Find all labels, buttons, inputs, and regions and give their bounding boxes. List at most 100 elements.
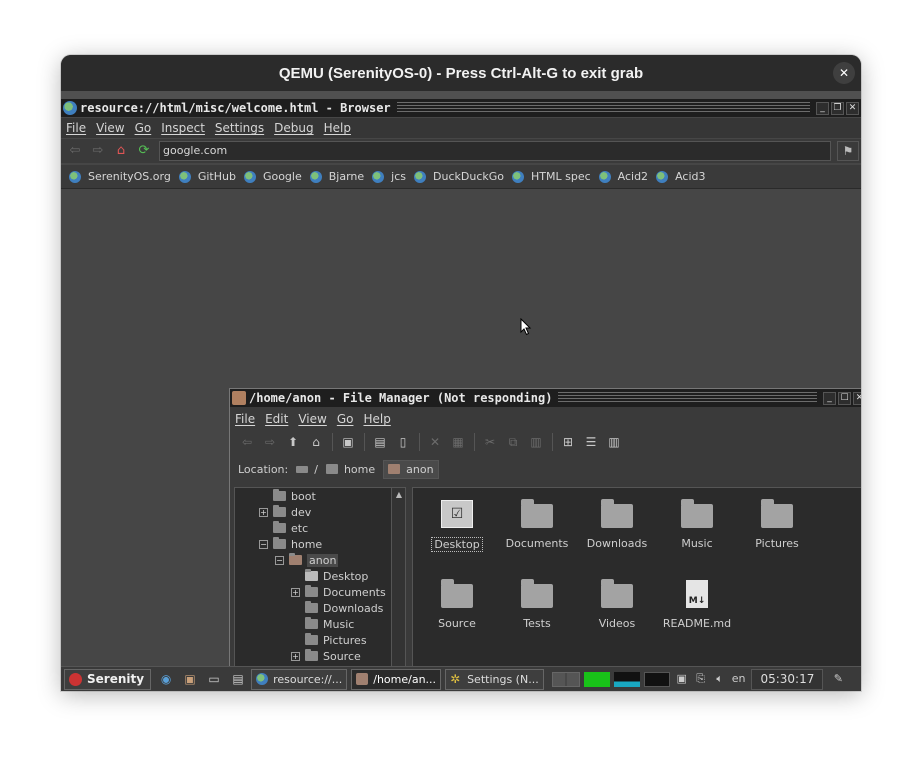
close-button[interactable]: ✕ [853, 391, 861, 405]
cut-icon[interactable]: ✂ [481, 433, 499, 451]
task-button-settings[interactable]: ✲ Settings (N... [445, 668, 544, 690]
breadcrumb-home[interactable]: home [325, 463, 375, 476]
notes-icon[interactable]: ✎ [831, 672, 845, 686]
tree-item-pictures[interactable]: Pictures [305, 632, 367, 648]
file-manager-titlebar[interactable]: /home/anon - File Manager (Not respondin… [230, 389, 861, 407]
browser-titlebar[interactable]: resource://html/misc/welcome.html - Brow… [61, 99, 861, 117]
bookmark-item[interactable]: HTML spec [512, 170, 591, 183]
tree-item-home[interactable]: − home [259, 536, 322, 552]
task-button-browser[interactable]: resource://... [251, 668, 348, 690]
bookmark-item[interactable]: Acid3 [656, 170, 705, 183]
file-manager-launch-icon[interactable]: ▣ [181, 670, 199, 688]
directory-icon-view[interactable]: ☑ Desktop Documents Downloads Music Pict… [412, 487, 861, 669]
volume-icon[interactable]: 🔈︎ [713, 672, 727, 686]
menu-view[interactable]: View [91, 121, 129, 135]
menu-go[interactable]: Go [332, 412, 359, 426]
maximize-button[interactable]: ❐ [831, 101, 844, 115]
home-icon[interactable]: ⌂ [112, 142, 130, 160]
workspace-picker[interactable] [551, 671, 580, 687]
collapse-icon[interactable]: − [259, 539, 268, 549]
bookmark-item[interactable]: jcs [372, 170, 406, 183]
text-editor-launch-icon[interactable]: ▤ [229, 670, 247, 688]
tree-item-dev[interactable]: + dev [259, 504, 311, 520]
tree-scrollbar[interactable]: ▲ [391, 488, 405, 668]
menu-file[interactable]: File [230, 412, 260, 426]
expand-icon[interactable]: + [259, 507, 268, 517]
tree-item-source[interactable]: + Source [291, 648, 361, 664]
clipboard-icon[interactable]: ⎘ [694, 672, 708, 686]
menu-debug[interactable]: Debug [269, 121, 318, 135]
collapse-icon[interactable]: − [275, 555, 284, 565]
breadcrumb-anon[interactable]: anon [383, 459, 439, 479]
tree-item-etc[interactable]: etc [273, 520, 308, 536]
file-item-readme[interactable]: M↓ README.md [657, 576, 737, 630]
tree-item-boot[interactable]: boot [273, 488, 316, 504]
start-button[interactable]: Serenity [64, 668, 152, 690]
expand-icon[interactable]: + [291, 651, 300, 661]
table-view-icon[interactable]: ☰ [582, 433, 600, 451]
file-item-documents[interactable]: Documents [497, 496, 577, 550]
new-file-icon[interactable]: ▯ [394, 433, 412, 451]
bookmark-item[interactable]: Google [243, 170, 302, 183]
home-icon[interactable]: ⌂ [307, 433, 325, 451]
location-label: Location: [238, 462, 289, 476]
file-item-desktop[interactable]: ☑ Desktop [417, 496, 497, 552]
new-folder-icon[interactable]: ▤ [371, 433, 389, 451]
reload-icon[interactable]: ⟳ [135, 142, 153, 160]
bookmark-item[interactable]: Acid2 [598, 170, 648, 183]
breadcrumb-root[interactable]: / [296, 463, 318, 476]
tree-item-music[interactable]: Music [305, 616, 354, 632]
file-item-source[interactable]: Source [417, 576, 497, 630]
terminal-launch-icon[interactable]: ▭ [205, 670, 223, 688]
clock[interactable]: 05:30:17 [751, 668, 824, 690]
maximize-button[interactable]: ☐ [838, 391, 851, 405]
tree-item-downloads[interactable]: Downloads [305, 600, 383, 616]
copy-icon[interactable]: ⧉ [504, 433, 522, 451]
menu-view[interactable]: View [293, 412, 331, 426]
qemu-close-button[interactable]: ✕ [833, 62, 855, 84]
forward-arrow-icon[interactable]: ⇨ [89, 142, 107, 160]
delete-icon[interactable]: ✕ [426, 433, 444, 451]
bookmark-item[interactable]: GitHub [178, 170, 236, 183]
expand-icon[interactable]: + [291, 587, 300, 597]
menu-go[interactable]: Go [130, 121, 157, 135]
menu-inspect[interactable]: Inspect [156, 121, 210, 135]
tree-item-documents[interactable]: + Documents [291, 584, 386, 600]
bookmark-item[interactable]: SerenityOS.org [69, 170, 171, 183]
task-button-file-manager[interactable]: /home/an... [351, 668, 442, 690]
menu-file[interactable]: File [61, 121, 91, 135]
keyboard-layout-label[interactable]: en [732, 672, 746, 686]
menu-help[interactable]: Help [319, 121, 356, 135]
bookmark-item[interactable]: DuckDuckGo [414, 170, 504, 183]
close-button[interactable]: ✕ [846, 101, 859, 115]
network-icon[interactable]: ▣ [675, 672, 689, 686]
back-arrow-icon[interactable]: ⇦ [66, 142, 84, 160]
back-arrow-icon[interactable]: ⇦ [238, 433, 256, 451]
tree-item-anon[interactable]: − anon [275, 552, 339, 568]
scroll-up-arrow-icon[interactable]: ▲ [392, 488, 405, 502]
file-item-pictures[interactable]: Pictures [737, 496, 817, 550]
qemu-titlebar[interactable]: QEMU (SerenityOS-0) - Press Ctrl-Alt-G t… [61, 55, 861, 91]
url-input[interactable]: google.com [159, 141, 831, 161]
terminal-icon[interactable]: ▣ [339, 433, 357, 451]
menu-edit[interactable]: Edit [260, 412, 293, 426]
columns-view-icon[interactable]: ▥ [605, 433, 623, 451]
icon-view-icon[interactable]: ⊞ [559, 433, 577, 451]
directory-tree[interactable]: boot + dev etc − home − anon Desktop + Docum… [234, 487, 406, 669]
tree-item-desktop[interactable]: Desktop [305, 568, 368, 584]
open-parent-icon[interactable]: ⬆ [284, 433, 302, 451]
minimize-button[interactable]: _ [823, 391, 836, 405]
file-item-tests[interactable]: Tests [497, 576, 577, 630]
bookmark-item[interactable]: Bjarne [309, 170, 364, 183]
file-item-music[interactable]: Music [657, 496, 737, 550]
bookmark-icon[interactable]: ⚑ [837, 141, 859, 161]
menu-settings[interactable]: Settings [210, 121, 269, 135]
properties-icon[interactable]: ▦ [449, 433, 467, 451]
browser-launch-icon[interactable]: ◉ [157, 670, 175, 688]
file-item-downloads[interactable]: Downloads [577, 496, 657, 550]
menu-help[interactable]: Help [358, 412, 395, 426]
minimize-button[interactable]: _ [816, 101, 829, 115]
paste-icon[interactable]: ▥ [527, 433, 545, 451]
file-item-videos[interactable]: Videos [577, 576, 657, 630]
forward-arrow-icon[interactable]: ⇨ [261, 433, 279, 451]
